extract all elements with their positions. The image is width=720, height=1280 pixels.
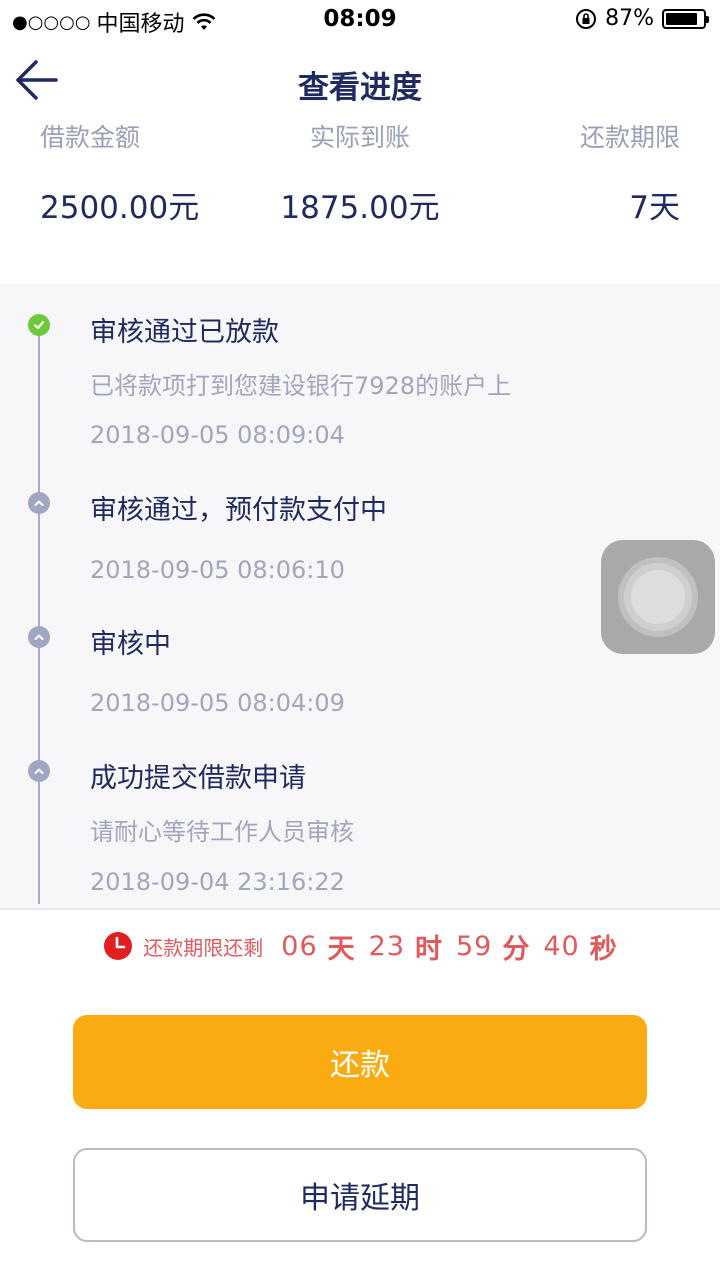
page-title: 查看进度 [298,70,422,106]
divider [0,908,720,910]
battery-level [666,12,698,25]
repay-term-value: 7天 [629,190,680,226]
clock-icon [104,932,133,960]
chevron-up-icon [28,492,50,514]
countdown-seconds-unit: 秒 [589,933,617,965]
nav-bar: 查看进度 [0,48,720,112]
received-amount-label: 实际到账 [309,123,410,152]
timeline-title: 审核通过已放款 [90,317,279,348]
countdown-minutes: 59 [456,930,493,962]
countdown-hours: 23 [368,930,405,962]
timeline-title: 审核通过，预付款支付中 [90,495,387,526]
loan-summary: 借款金额 2500.00元 实际到账 1875.00元 还款期限 7天 [0,118,720,248]
apply-extension-button[interactable]: 申请延期 [73,1148,647,1242]
chevron-up-icon [28,626,50,648]
check-icon [28,314,50,336]
timeline-line [38,324,40,904]
countdown-seconds: 40 [543,930,580,962]
loan-amount: 借款金额 2500.00元 [40,118,199,227]
battery-percent: 87% [605,6,654,31]
chevron-up-icon [28,760,50,782]
repay-term: 还款期限 7天 [580,118,680,227]
status-bar: ●○○○○ 中国移动 08:09 87% [0,0,720,40]
repay-button[interactable]: 还款 [73,1015,647,1109]
timeline-time: 2018-09-05 08:09:04 [90,421,345,449]
repay-countdown: 还款期限还剩 06 天 23 时 59 分 40 秒 [0,924,720,968]
countdown-label: 还款期限还剩 [143,935,264,960]
repay-term-label: 还款期限 [579,123,680,152]
timeline-title: 审核中 [90,629,171,660]
loan-amount-value: 2500.00元 [40,190,200,226]
timeline-time: 2018-09-05 08:04:09 [90,689,345,717]
status-right: 87% [575,6,709,31]
timeline-title: 成功提交借款申请 [90,763,306,794]
countdown-days-unit: 天 [327,933,355,965]
battery-icon [662,8,709,29]
rotation-lock-icon [576,8,597,29]
timeline-time: 2018-09-05 08:06:10 [90,556,345,584]
assistive-touch-button[interactable] [601,540,715,654]
received-amount: 实际到账 1875.00元 [260,118,460,227]
timeline-desc: 请耐心等待工作人员审核 [90,818,354,846]
loan-amount-label: 借款金额 [40,123,141,152]
countdown-hours-unit: 时 [415,933,442,965]
received-amount-value: 1875.00元 [280,190,440,226]
timeline-desc: 已将款项打到您建设银行7928的账户上 [90,372,512,400]
timeline-time: 2018-09-04 23:16:22 [90,868,345,896]
countdown-minutes-unit: 分 [502,933,530,965]
countdown-days: 06 [281,930,318,962]
